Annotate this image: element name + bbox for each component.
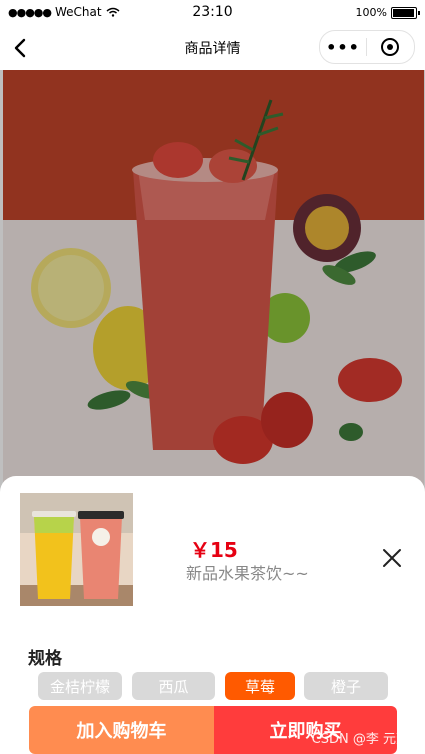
battery-icon (391, 6, 420, 19)
nav-bar: 商品详情 ••• (0, 26, 425, 70)
status-bar: ●●●●● WeChat 23:10 100% (0, 0, 425, 26)
product-name: 新品水果茶饮~~ (186, 564, 309, 583)
spec-popup: ￥15 新品水果茶饮~~ 规格 金桔柠檬 西瓜 草莓 橙子 加入购物车 立即购买 (0, 476, 425, 754)
spec-option-watermelon[interactable]: 西瓜 (132, 672, 215, 700)
more-button[interactable]: ••• (320, 31, 366, 63)
more-icon: ••• (326, 37, 360, 57)
close-popup-button[interactable] (380, 546, 404, 570)
add-to-cart-button[interactable]: 加入购物车 (29, 706, 214, 754)
spec-title: 规格 (28, 649, 62, 669)
product-thumbnail (20, 493, 133, 606)
spec-option-orange[interactable]: 橙子 (304, 672, 388, 700)
product-price: ￥15 (190, 538, 238, 562)
target-icon (381, 38, 399, 56)
mini-program-capsule: ••• (319, 30, 415, 64)
watermark: CSDN @李 元芳 (311, 732, 409, 747)
battery-percent: 100% (355, 6, 387, 19)
close-icon (383, 549, 401, 567)
spec-option-strawberry[interactable]: 草莓 (225, 672, 295, 700)
close-mini-program-button[interactable] (367, 31, 413, 63)
battery-status: 100% (355, 6, 420, 19)
spec-option-kumquat-lemon[interactable]: 金桔柠檬 (38, 672, 122, 700)
